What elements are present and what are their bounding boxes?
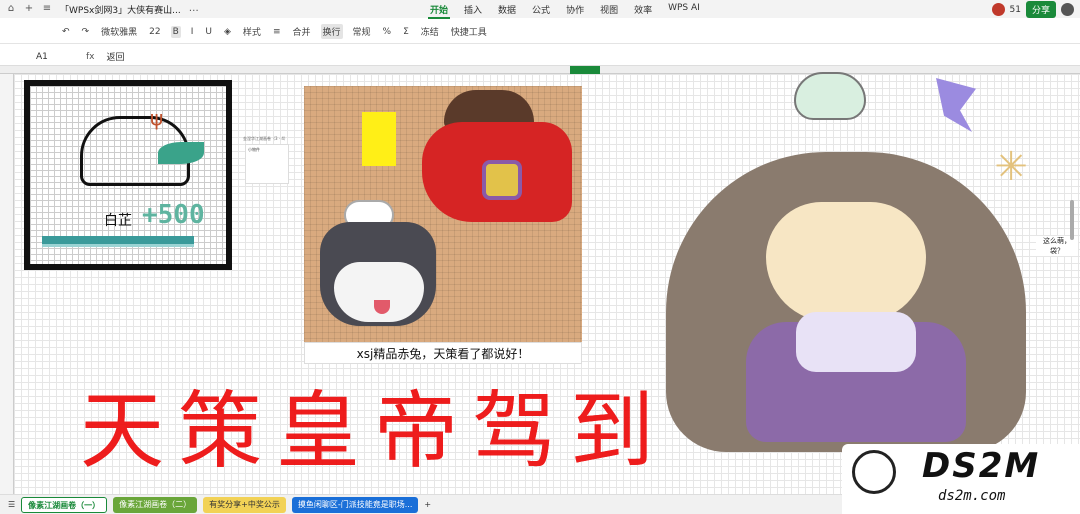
formula-input[interactable]: 返回 <box>107 50 125 63</box>
sheet-tab-2[interactable]: 像素江湖画卷（二） <box>113 496 198 513</box>
font-size-select[interactable]: 22 <box>147 26 162 38</box>
pixel-art-cat: ψ 白芷 +500 <box>30 86 226 264</box>
cell-reference[interactable]: A1 <box>0 52 80 62</box>
freeze-button[interactable]: 冻结 <box>419 24 441 39</box>
thumbnail-image[interactable]: 小物件 <box>245 144 289 184</box>
italic-button[interactable]: I <box>189 26 196 38</box>
font-name-select[interactable]: 微软雅黑 <box>99 24 139 39</box>
menu-formula[interactable]: 公式 <box>530 2 552 19</box>
formula-bar: A1 fx 返回 <box>0 48 1080 66</box>
watermark: DS2M ds2m.com <box>842 444 1080 514</box>
frog-hat <box>794 72 866 120</box>
style-button[interactable]: 样式 <box>241 24 263 39</box>
pixel-art-girl: ✳ <box>626 72 1068 452</box>
butterfly-icon <box>936 78 976 132</box>
underline-button[interactable]: U <box>203 26 214 38</box>
sheet-tab-1[interactable]: 像素江湖画卷（一） <box>21 496 108 513</box>
banner-title: 天策皇帝驾到 <box>80 382 669 480</box>
girl-face <box>766 202 926 322</box>
avatar[interactable] <box>991 3 1005 16</box>
menu-icon[interactable]: ≡ <box>42 4 52 14</box>
menu-view[interactable]: 视图 <box>598 2 620 19</box>
user-avatar[interactable] <box>1061 3 1074 16</box>
percent-icon[interactable]: % <box>381 26 394 38</box>
sheet-tab-4[interactable]: 摸鱼闲聊区-门派技能竟是职场... <box>291 496 419 513</box>
more-icon[interactable]: … <box>189 4 199 14</box>
share-button[interactable]: 分享 <box>1025 1 1056 18</box>
thumbnail-caption: 金涅华江湖画卷（3 · 4） <box>243 136 288 141</box>
selected-column-marker <box>570 66 600 74</box>
menu-wps-ai[interactable]: WPS AI <box>666 2 702 19</box>
new-tab-icon[interactable]: + <box>24 4 34 14</box>
redo-icon[interactable]: ↷ <box>80 26 92 38</box>
fill-color-icon[interactable]: ◈ <box>222 26 233 38</box>
sheet-list-icon[interactable]: ☰ <box>8 500 15 509</box>
menu-home[interactable]: 开始 <box>428 2 451 19</box>
girl-collar <box>796 312 916 372</box>
saddle-bag <box>482 160 522 200</box>
sheet-tabs-bar: ☰ 像素江湖画卷（一） 像素江湖画卷（二） 有奖分享+中奖公示 摸鱼闲聊区-门派… <box>0 494 842 514</box>
menu-data[interactable]: 数据 <box>496 2 518 19</box>
sheet-tab-3[interactable]: 有奖分享+中奖公示 <box>203 496 286 513</box>
quick-tools-button[interactable]: 快捷工具 <box>449 24 489 39</box>
pixel-art-cat-frame: ψ 白芷 +500 <box>24 80 232 270</box>
menu-insert[interactable]: 插入 <box>462 2 484 19</box>
bold-button[interactable]: B <box>170 25 181 38</box>
document-title[interactable]: 「WPSx剑网3」大侠有赛山... <box>60 3 181 16</box>
menu-collab[interactable]: 协作 <box>564 2 586 19</box>
pixel-art-horse <box>304 86 582 342</box>
row-header <box>0 74 14 494</box>
progress-bar-light <box>42 244 194 247</box>
merge-button[interactable]: 合并 <box>290 24 312 39</box>
ribbon-menu: 开始 插入 数据 公式 协作 视图 效率 WPS AI <box>428 2 702 19</box>
align-icon[interactable]: ≡ <box>271 26 283 38</box>
vertical-scrollbar[interactable] <box>1070 200 1074 240</box>
herb-amount: +500 <box>142 200 205 230</box>
undo-icon[interactable]: ↶ <box>60 26 72 38</box>
right-tools: 51 分享 <box>991 1 1074 18</box>
sum-icon[interactable]: Σ <box>401 26 411 38</box>
atom-logo-icon <box>852 450 896 494</box>
thumbnail-text: 小物件 <box>248 147 260 152</box>
herb-label: 白芷 <box>104 213 132 229</box>
home-icon[interactable]: ⌂ <box>6 4 16 14</box>
watermark-title: DS2M <box>922 446 1041 486</box>
collab-count: 51 <box>1009 4 1021 15</box>
add-sheet-icon[interactable]: + <box>424 500 431 509</box>
horse-caption: xsj精品赤兔，天策看了都说好！ <box>304 342 582 364</box>
leaf-icon <box>158 142 204 164</box>
wrap-button[interactable]: 换行 <box>320 24 343 39</box>
menu-efficiency[interactable]: 效率 <box>632 2 654 19</box>
watermark-url: ds2m.com <box>938 488 1006 504</box>
toolbar: ↶ ↷ 微软雅黑 22 B I U ◈ 样式 ≡ 合并 换行 常规 % Σ 冻结… <box>0 20 1080 44</box>
yellow-block <box>362 112 396 166</box>
number-format-select[interactable]: 常规 <box>351 24 373 39</box>
sparkle-icon: ✳ <box>994 144 1028 190</box>
progress-bar <box>42 236 194 244</box>
fx-icon[interactable]: fx <box>86 52 95 62</box>
antler-icon: ψ <box>150 106 164 130</box>
